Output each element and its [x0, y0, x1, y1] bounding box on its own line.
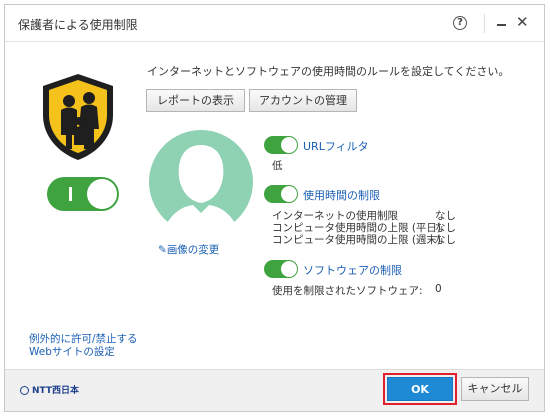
toggle-on-indicator: [69, 187, 72, 201]
title-bar: 保護者による使用制限 ? ✕: [5, 5, 544, 42]
url-filter-level: 低: [272, 160, 283, 172]
url-filter-toggle[interactable]: [264, 136, 298, 154]
brand-name: NTT西日本: [32, 386, 80, 396]
time-limit-link[interactable]: 使用時間の制限: [303, 187, 380, 203]
manage-account-button[interactable]: アカウントの管理: [249, 89, 357, 112]
restricted-software-label: 使用を制限されたソフトウェア:: [272, 285, 423, 297]
close-icon[interactable]: ✕: [516, 13, 529, 31]
toggle-knob: [281, 186, 297, 202]
window-title: 保護者による使用制限: [18, 18, 138, 32]
time-limit-toggle[interactable]: [264, 185, 298, 203]
intro-text: インターネットとソフトウェアの使用時間のルールを設定してください。: [147, 65, 510, 78]
toggle-knob: [87, 179, 117, 209]
family-shield-icon: [43, 74, 113, 160]
parental-control-master-toggle[interactable]: [47, 177, 119, 211]
website-exceptions-link-line2[interactable]: Webサイトの設定: [29, 344, 115, 359]
restricted-software-count: 0: [435, 283, 442, 295]
ntt-logo-icon: [20, 386, 29, 395]
brand-logo: NTT西日本: [20, 383, 79, 396]
ok-button[interactable]: OK: [387, 377, 453, 401]
toggle-knob: [281, 137, 297, 153]
software-limit-toggle[interactable]: [264, 260, 298, 278]
weekend-limit-label: コンピュータ使用時間の上限 (週末): [272, 234, 442, 246]
software-limit-link[interactable]: ソフトウェアの制限: [303, 262, 402, 278]
change-image-label: 画像の変更: [166, 244, 220, 256]
change-image-link[interactable]: ✎画像の変更: [158, 242, 219, 257]
minimize-icon[interactable]: [497, 24, 506, 26]
cancel-button[interactable]: キャンセル: [461, 377, 529, 401]
show-report-button[interactable]: レポートの表示: [146, 89, 245, 112]
toggle-knob: [281, 261, 297, 277]
titlebar-divider: [484, 14, 485, 33]
user-avatar-icon[interactable]: [147, 127, 255, 237]
url-filter-link[interactable]: URLフィルタ: [303, 138, 369, 154]
pencil-icon: ✎: [158, 244, 167, 256]
parental-control-window: 保護者による使用制限 ? ✕ インターネットとソフトウェアの使用時間のルールを設…: [4, 4, 545, 412]
weekend-limit-value: なし: [435, 234, 456, 246]
help-icon[interactable]: ?: [453, 16, 467, 30]
dialog-footer: NTT西日本 OK キャンセル: [5, 369, 544, 411]
